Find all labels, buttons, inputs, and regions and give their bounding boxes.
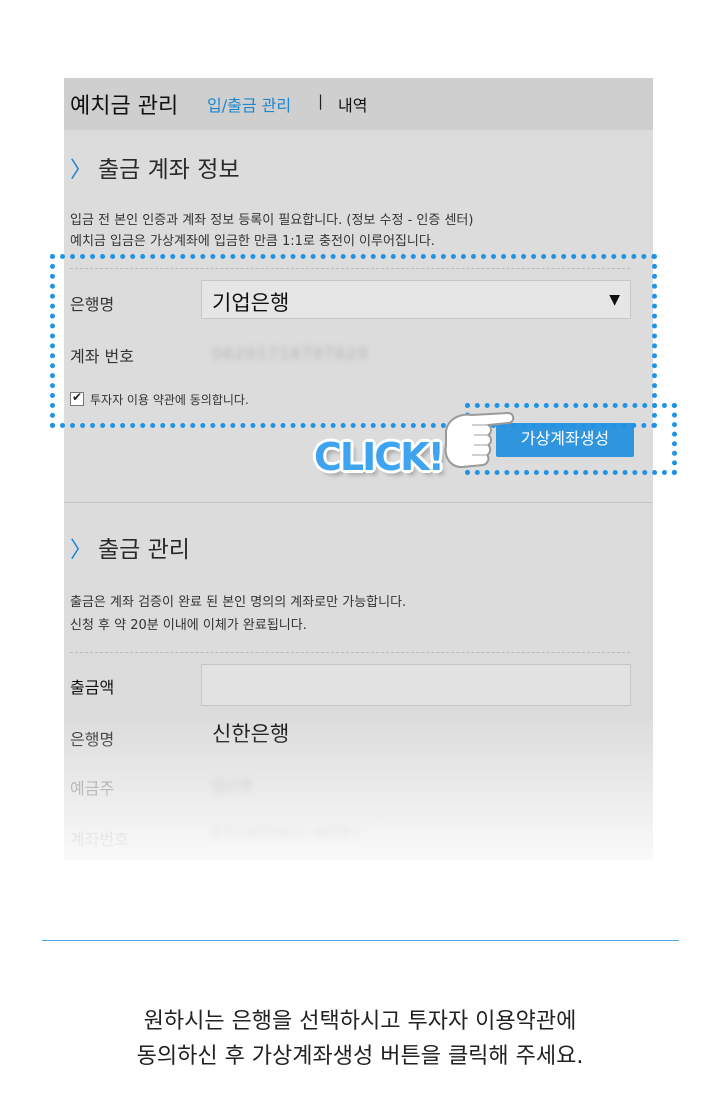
click-callout: CLICK!	[314, 435, 445, 479]
section-title-text: 출금 관리	[98, 537, 190, 563]
section-divider	[64, 502, 653, 503]
amount-label: 출금액	[70, 678, 115, 697]
chevron-right-icon: 〉	[70, 538, 93, 563]
amount-input[interactable]	[201, 664, 631, 706]
page-title: 예치금 관리	[70, 94, 179, 119]
withdraw-account-value: 8772870921 48787	[212, 824, 360, 842]
info-text-1: 입금 전 본인 인증과 계좌 정보 등록이 필요합니다. (정보 수정 - 인증…	[70, 213, 474, 228]
section-withdraw-account-title: 〉 출금 계좌 정보	[70, 150, 240, 184]
tab-history[interactable]: 내역	[338, 92, 367, 116]
caption-divider	[42, 940, 679, 941]
pointing-hand-icon	[444, 411, 515, 469]
caption-line-1: 원하시는 은행을 선택하시고 투자자 이용약관에	[143, 1009, 577, 1034]
withdraw-info-text-1: 출금은 계좌 검증이 완료 된 본인 명의의 계좌로만 가능합니다.	[70, 595, 407, 610]
withdraw-info-text-2: 신청 후 약 20분 이내에 이체가 완료됩니다.	[70, 618, 307, 633]
tab-separator: |	[318, 92, 324, 110]
dashed-divider	[70, 652, 630, 653]
highlight-box-account	[50, 254, 657, 428]
caption-line-2: 동의하신 후 가상계좌생성 버튼을 클릭해 주세요.	[136, 1044, 584, 1069]
tab-deposit-withdraw[interactable]: 입/출금 관리	[207, 92, 291, 116]
withdraw-account-label: 계좌번호	[70, 830, 129, 849]
holder-value: 임근호	[212, 777, 254, 795]
holder-label: 예금주	[70, 779, 115, 798]
info-text-2: 예치금 입금은 가상계좌에 입금한 만큼 1:1로 충전이 이루어집니다.	[70, 234, 435, 249]
chevron-right-icon: 〉	[70, 158, 93, 183]
section-title-text: 출금 계좌 정보	[98, 157, 240, 183]
header-bar: 예치금 관리 입/출금 관리 | 내역	[64, 78, 653, 130]
section-withdraw-manage-title: 〉 출금 관리	[70, 530, 190, 564]
withdraw-bank-label: 은행명	[70, 730, 115, 749]
withdraw-bank-value: 신한은행	[212, 722, 290, 746]
